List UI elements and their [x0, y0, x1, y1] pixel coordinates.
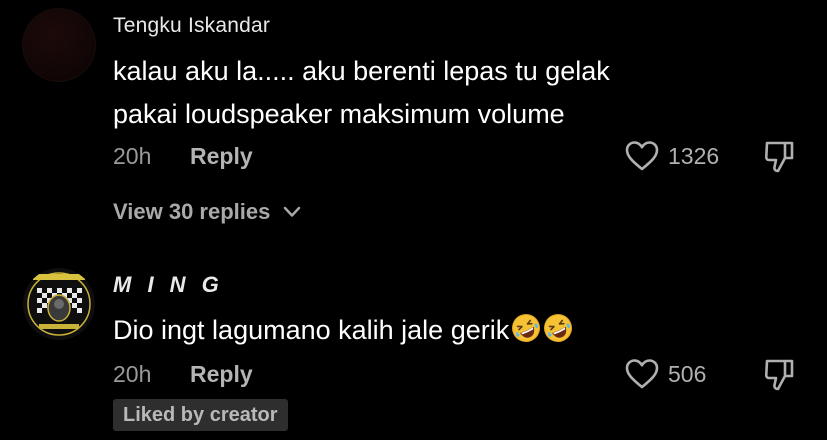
- comment-body-text: Dio ingt lagumano kalih jale gerik: [113, 315, 510, 345]
- comment-username[interactable]: Tengku Iskandar: [113, 14, 270, 38]
- avatar[interactable]: [22, 8, 96, 82]
- motorsport-badge-avatar-icon: [23, 268, 95, 340]
- like-count: 506: [668, 361, 707, 387]
- view-replies-label: View 30 replies: [113, 199, 271, 224]
- comment-time: 20h: [113, 143, 152, 169]
- avatar[interactable]: [23, 268, 95, 340]
- comment-body-line: kalau aku la..... aku berenti lepas tu g…: [113, 56, 610, 86]
- heart-outline-icon: [625, 359, 659, 389]
- rolling-on-floor-laughing-emoji: [544, 314, 573, 342]
- thumbs-down-icon[interactable]: [763, 358, 795, 392]
- heart-outline-icon: [625, 141, 659, 171]
- reply-button[interactable]: Reply: [190, 361, 253, 388]
- comment-body: kalau aku la..... aku berenti lepas tu g…: [113, 50, 610, 136]
- comment-meta: 20h Reply: [113, 143, 253, 170]
- liked-by-creator-badge: Liked by creator: [113, 399, 288, 431]
- comment-meta: 20h Reply: [113, 361, 253, 388]
- like-count: 1326: [668, 143, 720, 169]
- view-replies-button[interactable]: View 30 replies: [113, 199, 301, 225]
- chevron-down-icon: [283, 206, 300, 217]
- comment-time: 20h: [113, 361, 152, 387]
- thumbs-down-icon[interactable]: [763, 140, 795, 174]
- comment-username[interactable]: M I N G: [113, 272, 224, 298]
- comment-body-line: pakai loudspeaker maksimum volume: [113, 99, 565, 129]
- rolling-on-floor-laughing-emoji: [512, 314, 541, 342]
- comment-body: Dio ingt lagumano kalih jale gerik: [113, 309, 573, 352]
- reply-button[interactable]: Reply: [190, 143, 253, 170]
